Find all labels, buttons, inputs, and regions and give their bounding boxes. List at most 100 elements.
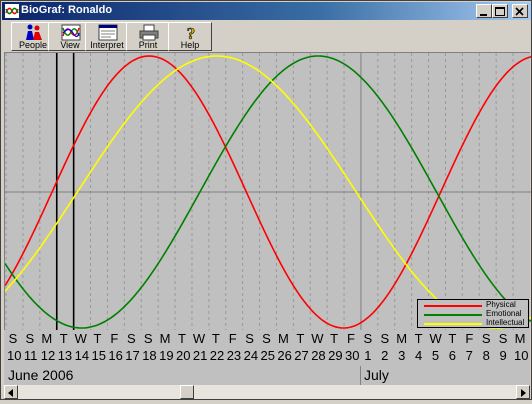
- arrow-right-icon: [521, 389, 526, 397]
- day-letter: T: [448, 331, 457, 346]
- legend-item-intellectual: Intellectual: [418, 318, 530, 328]
- day-letter: T: [59, 331, 68, 346]
- day-number: 5: [431, 348, 440, 363]
- day-letter: S: [380, 331, 390, 346]
- day-number: 25: [260, 348, 275, 363]
- month-separator: [360, 366, 361, 385]
- day-number: 24: [243, 348, 259, 363]
- day-letter: F: [110, 331, 119, 346]
- biograf-window: BioGraf: Ronaldo People View Interpret P…: [0, 0, 532, 400]
- day-number: 10: [514, 348, 529, 363]
- day-number: 17: [125, 348, 140, 363]
- day-letter: W: [74, 331, 87, 346]
- scroll-left-button[interactable]: [4, 385, 18, 399]
- close-button[interactable]: [512, 4, 528, 18]
- minimize-icon: [480, 14, 487, 16]
- day-number: 19: [159, 348, 174, 363]
- month-label-june: June 2006: [8, 367, 74, 383]
- interpret-button[interactable]: Interpret: [85, 22, 129, 51]
- day-number: 22: [209, 348, 225, 363]
- view-icon: [61, 24, 81, 41]
- day-number: 1: [364, 348, 372, 363]
- legend-label-physical: Physical: [486, 300, 516, 309]
- day-number: 10: [7, 348, 22, 363]
- legend-swatch-emotional: [424, 314, 482, 316]
- day-number: 20: [176, 348, 191, 363]
- day-letter: S: [498, 331, 508, 346]
- window-title: BioGraf: Ronaldo: [21, 4, 113, 16]
- people-icon: [26, 24, 42, 40]
- day-number: 30: [345, 348, 360, 363]
- day-letter: W: [192, 331, 206, 346]
- day-letter: S: [143, 331, 153, 346]
- day-letter: S: [245, 331, 254, 346]
- app-icon: [5, 4, 19, 18]
- day-number: 3: [398, 348, 406, 363]
- title-bar[interactable]: BioGraf: Ronaldo: [2, 2, 531, 20]
- day-letter: M: [277, 331, 289, 346]
- svg-text:?: ?: [187, 24, 196, 41]
- day-letter: T: [93, 331, 102, 346]
- legend-label-emotional: Emotional: [486, 309, 522, 318]
- day-number: 14: [74, 348, 90, 363]
- day-letter: M: [159, 331, 171, 346]
- day-number: 27: [294, 348, 309, 363]
- day-number: 18: [142, 348, 157, 363]
- day-letter: S: [363, 331, 373, 346]
- day-number: 11: [23, 348, 38, 363]
- help-label: Help: [180, 40, 200, 50]
- day-letter: F: [347, 331, 355, 346]
- legend-swatch-intellectual: [424, 323, 482, 325]
- print-button[interactable]: Print: [126, 22, 170, 51]
- day-number: 13: [57, 348, 73, 363]
- day-letter: S: [25, 331, 35, 346]
- month-bar: June 2006 July: [4, 366, 530, 385]
- interpret-icon: [98, 24, 118, 41]
- scroll-thumb[interactable]: [180, 385, 194, 399]
- day-number: 26: [277, 348, 292, 363]
- biorhythm-chart[interactable]: Physical Emotional Intellectual: [4, 52, 531, 331]
- day-letter: S: [262, 331, 271, 346]
- day-number: 23: [226, 348, 242, 363]
- day-number: 4: [414, 348, 423, 363]
- day-number: 9: [499, 348, 507, 363]
- minimize-button[interactable]: [476, 4, 492, 18]
- maximize-button[interactable]: [492, 4, 508, 18]
- day-labels-strip: S 10 S 11 M 12 T 13 W 14 T 15 F 16 S 17 S 18 M 19 T 20 W 21 T 22 F…: [4, 330, 530, 366]
- day-letter: M: [41, 331, 53, 346]
- day-number: 12: [40, 348, 56, 363]
- scroll-right-button[interactable]: [516, 385, 530, 399]
- toolbar: People View Interpret Print ? Help: [3, 21, 531, 51]
- chart-canvas: [5, 53, 531, 331]
- month-label-july: July: [364, 367, 389, 383]
- legend-label-intellectual: Intellectual: [486, 318, 525, 327]
- day-letter: T: [211, 331, 220, 346]
- day-number: 16: [108, 348, 123, 363]
- day-letter: S: [126, 331, 136, 346]
- day-number: 28: [311, 348, 326, 363]
- day-number: 7: [465, 348, 473, 363]
- day-number: 29: [328, 348, 343, 363]
- day-number: 6: [448, 348, 456, 363]
- day-letter: T: [330, 331, 339, 346]
- help-icon: ?: [186, 24, 196, 41]
- day-letter: F: [465, 331, 474, 346]
- print-label: Print: [138, 40, 158, 50]
- day-number: 21: [192, 348, 208, 363]
- day-letter: T: [296, 331, 305, 346]
- day-letter: W: [429, 331, 442, 346]
- legend-swatch-physical: [424, 305, 482, 307]
- interpret-label: Interpret: [90, 40, 124, 50]
- help-button[interactable]: ? Help: [168, 22, 212, 51]
- chart-legend: Physical Emotional Intellectual: [417, 299, 529, 328]
- day-number: 15: [91, 348, 106, 363]
- day-letter: M: [396, 331, 408, 346]
- day-letter: S: [481, 331, 491, 346]
- day-letter: W: [311, 331, 324, 346]
- day-letter: F: [228, 331, 237, 346]
- day-letter: T: [178, 331, 186, 346]
- arrow-left-icon: [8, 389, 13, 397]
- day-letter: S: [8, 331, 18, 346]
- day-number: 2: [381, 348, 389, 363]
- horizontal-scrollbar[interactable]: [4, 385, 530, 399]
